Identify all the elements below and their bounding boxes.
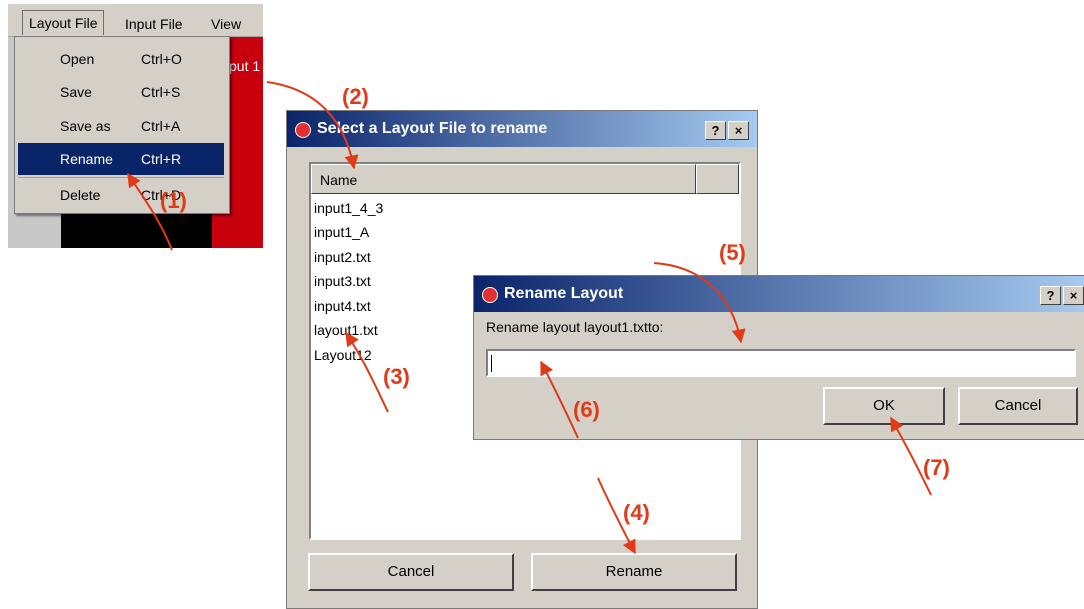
step-label-6: (6) (573, 397, 600, 422)
step-label-2: (2) (342, 84, 369, 109)
step-label-1: (1) (160, 188, 187, 213)
arrow-step-3 (345, 331, 389, 413)
step-label-5: (5) (719, 240, 746, 265)
step-label-7: (7) (923, 455, 950, 480)
arrow-step-5 (653, 262, 746, 344)
step-label-3: (3) (383, 364, 410, 389)
step-label-4: (4) (623, 500, 650, 525)
arrow-step-2 (266, 81, 359, 170)
annotation-arrows (127, 81, 932, 555)
